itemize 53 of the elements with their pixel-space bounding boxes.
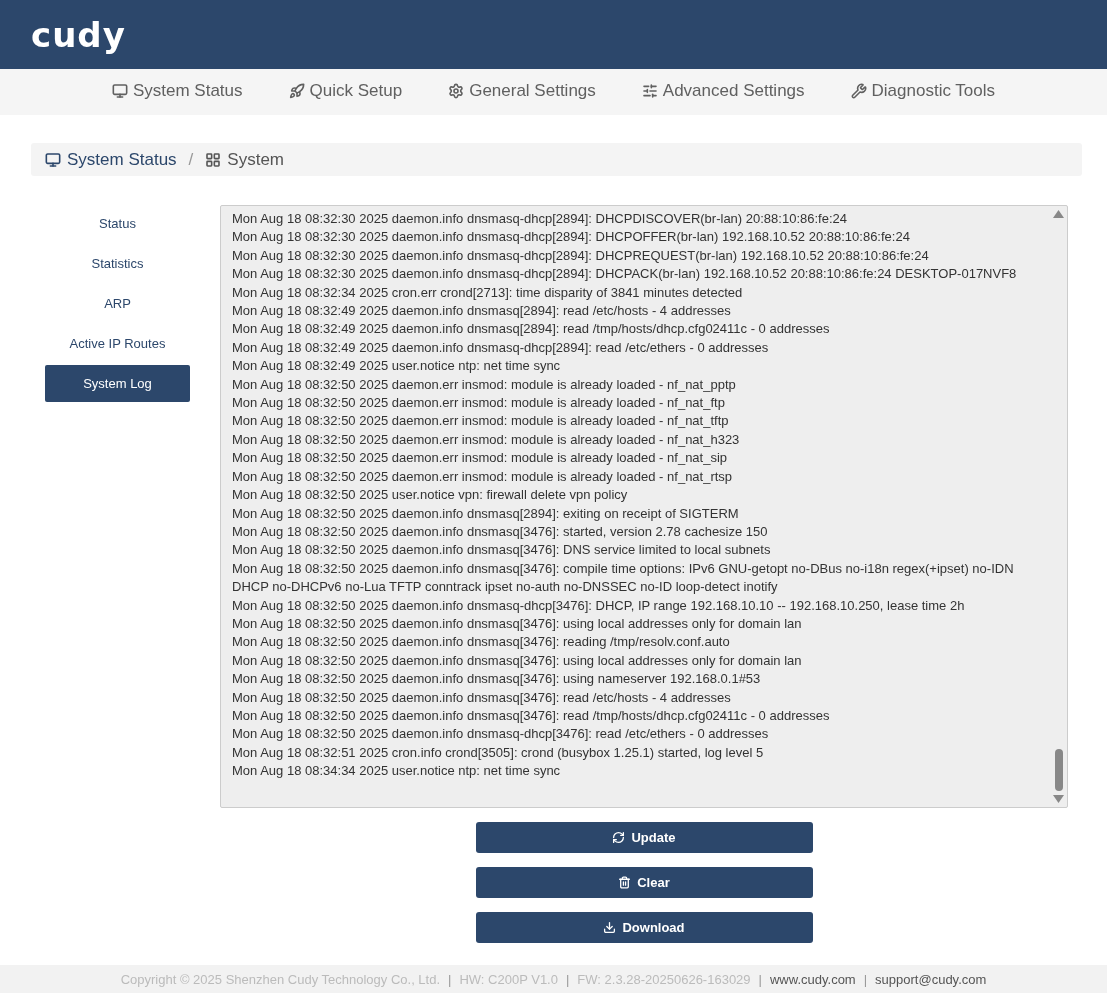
breadcrumb-link[interactable]: System Status — [45, 149, 177, 170]
footer-separator: | — [448, 971, 452, 987]
log-line: Mon Aug 18 08:32:50 2025 daemon.info dnsmasq[3476]: DNS service limited to local subnets — [232, 541, 772, 560]
log-line: Mon Aug 18 08:32:50 2025 daemon.info dnsmasq[3476]: using nameserver 192.168.0.1#53 — [232, 670, 762, 689]
log-line: Mon Aug 18 08:32:50 2025 daemon.err insmod: module is already loaded - nf_nat_h323 — [232, 430, 741, 449]
download-button[interactable]: Download — [475, 912, 813, 943]
log-line: Mon Aug 18 08:32:34 2025 cron.err crond[2713]: time disparity of 3841 minutes detected — [232, 283, 744, 302]
log-line: Mon Aug 18 08:32:50 2025 user.notice vpn: firewall delete vpn policy — [232, 486, 629, 505]
nav-tab[interactable]: Advanced Settings — [641, 81, 805, 103]
breadcrumb-link[interactable]: System — [205, 149, 285, 170]
nav-tab[interactable]: General Settings — [448, 81, 596, 103]
sidebar-item[interactable]: Statistics — [45, 245, 190, 282]
nav-tab[interactable]: Diagnostic Tools — [850, 81, 996, 103]
log-line: Mon Aug 18 08:32:50 2025 daemon.info dnsmasq[3476]: compile time options: IPv6 GNU-getopt no-DBus no-i18n regex(+ipset) no-IDN DHCP no-DHCPv6 no-Lua TFTP conntrack ipset no-auth no-DNSSEC no-ID loop-detect inotify — [232, 559, 1015, 597]
nav-tab[interactable]: Quick Setup — [288, 81, 403, 103]
log-line: Mon Aug 18 08:32:50 2025 daemon.err insmod: module is already loaded - nf_nat_tftp — [232, 412, 730, 431]
log-line: Mon Aug 18 08:32:50 2025 daemon.info dnsmasq[3476]: read /etc/hosts - 4 addresses — [232, 688, 732, 707]
footer-link[interactable]: support@cudy.com — [875, 971, 987, 987]
log-line: Mon Aug 18 08:32:49 2025 daemon.info dnsmasq-dhcp[2894]: read /etc/ethers - 0 addresses — [232, 338, 770, 357]
log-line: Mon Aug 18 08:32:30 2025 daemon.info dnsmasq-dhcp[2894]: DHCPACK(br-lan) 192.168.10.52 20:88:10:86:fe:24 DESKTOP-017NVF8 — [232, 265, 1018, 284]
nav-tab[interactable]: System Status — [111, 81, 243, 103]
sidebar-item[interactable]: Active IP Routes — [45, 325, 190, 362]
log-line: Mon Aug 18 08:32:51 2025 cron.info crond[3505]: crond (busybox 1.25.1) started, log level 5 — [232, 743, 765, 762]
log-line: Mon Aug 18 08:32:49 2025 user.notice ntp: net time sync — [232, 357, 562, 376]
log-line: Mon Aug 18 08:32:49 2025 daemon.info dnsmasq[2894]: read /tmp/hosts/dhcp.cfg02411c - 0 addresses — [232, 320, 831, 339]
logo: cudy — [31, 14, 126, 55]
log-line: Mon Aug 18 08:32:50 2025 daemon.err insmod: module is already loaded - nf_nat_rtsp — [232, 467, 734, 486]
log-line: Mon Aug 18 08:32:30 2025 daemon.info dnsmasq-dhcp[2894]: DHCPDISCOVER(br-lan) 20:88:10:86:fe:24 — [232, 210, 848, 228]
breadcrumb-separator: / — [188, 149, 194, 170]
log-line: Mon Aug 18 08:32:50 2025 daemon.info dnsmasq[3476]: started, version 2.78 cachesize 150 — [232, 522, 769, 541]
log-line: Mon Aug 18 08:32:50 2025 daemon.info dnsmasq[2894]: exiting on receipt of SIGTERM — [232, 504, 740, 523]
log-line: Mon Aug 18 08:32:50 2025 daemon.info dnsmasq[3476]: using local addresses only for domain lan — [232, 651, 803, 670]
footer-separator: | — [565, 971, 570, 987]
log-line: Mon Aug 18 08:32:30 2025 daemon.info dnsmasq-dhcp[2894]: DHCPREQUEST(br-lan) 192.168.10.52 20:88:10:86:fe:24 — [232, 246, 930, 265]
log-line: Mon Aug 18 08:32:50 2025 daemon.err insmod: module is already loaded - nf_nat_sip — [232, 449, 729, 468]
sidebar-item[interactable]: System Log — [45, 365, 190, 402]
log-line: Mon Aug 18 08:32:49 2025 daemon.info dnsmasq[2894]: read /etc/hosts - 4 addresses — [232, 302, 732, 321]
clear-button[interactable]: Clear — [475, 867, 813, 898]
footer-separator: | — [758, 971, 762, 987]
footer-separator: | — [863, 971, 868, 987]
log-line: Mon Aug 18 08:32:50 2025 daemon.info dnsmasq-dhcp[3476]: DHCP, IP range 192.168.10.10 -- 192.168.10.250, lease time 2h — [232, 596, 966, 615]
log-line: Mon Aug 18 08:32:50 2025 daemon.info dnsmasq-dhcp[3476]: read /etc/ethers - 0 addresses — [232, 725, 770, 744]
log-line: Mon Aug 18 08:32:50 2025 daemon.info dnsmasq[3476]: reading /tmp/resolv.conf.auto — [232, 633, 731, 652]
log-line: Mon Aug 18 08:32:50 2025 daemon.err insmod: module is already loaded - nf_nat_pptp — [232, 375, 737, 394]
sidebar-item[interactable]: ARP — [45, 285, 190, 322]
update-button[interactable]: Update — [475, 822, 813, 853]
footer-link[interactable]: www.cudy.com — [769, 971, 856, 987]
log-line: Mon Aug 18 08:34:34 2025 user.notice ntp: net time sync — [232, 762, 562, 781]
log-line: Mon Aug 18 08:32:50 2025 daemon.info dnsmasq[3476]: using local addresses only for domain lan — [232, 614, 803, 633]
sidebar-item[interactable]: Status — [45, 205, 190, 242]
log-line: Mon Aug 18 08:32:50 2025 daemon.err insmod: module is already loaded - nf_nat_ftp — [232, 394, 726, 413]
log-line: Mon Aug 18 08:32:50 2025 daemon.info dnsmasq[3476]: read /tmp/hosts/dhcp.cfg02411c - 0 addresses — [232, 706, 831, 725]
log-line: Mon Aug 18 08:32:30 2025 daemon.info dnsmasq-dhcp[2894]: DHCPOFFER(br-lan) 192.168.10.52 20:88:10:86:fe:24 — [232, 228, 911, 247]
